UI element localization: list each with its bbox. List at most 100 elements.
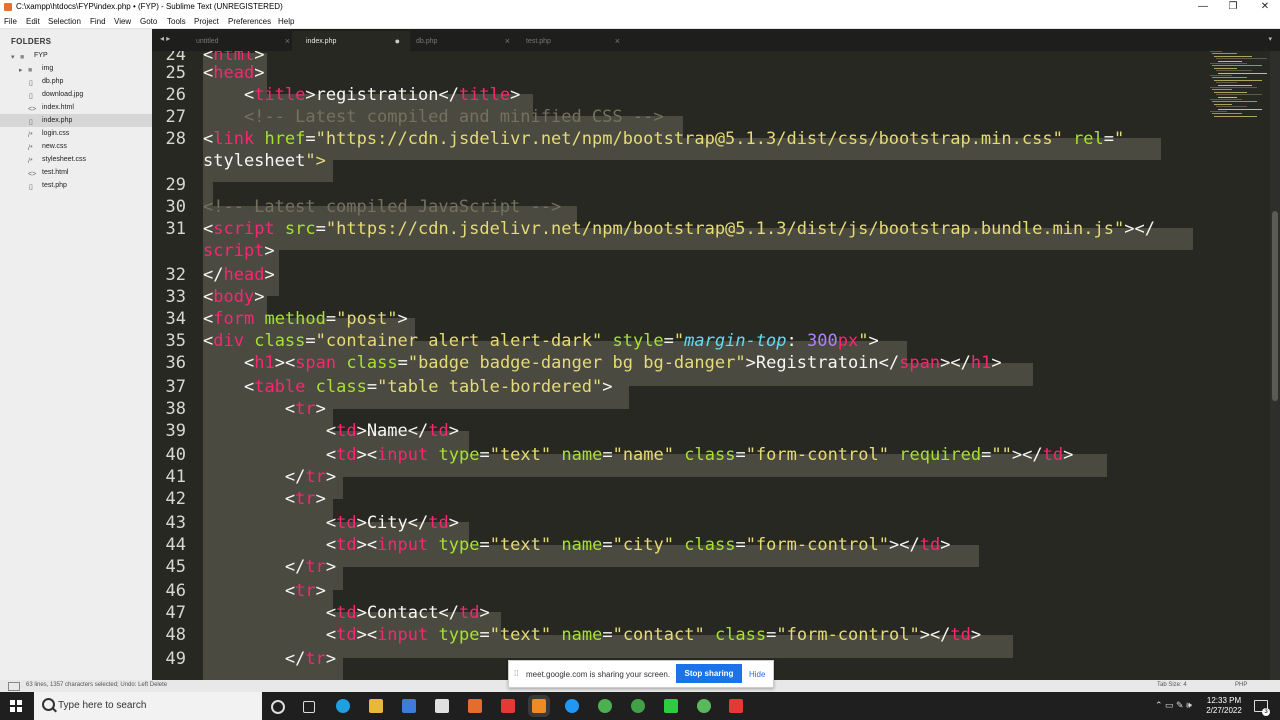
- minimize-button[interactable]: —: [1188, 0, 1218, 15]
- line-number: 39: [165, 421, 186, 441]
- syntax-indicator[interactable]: PHP: [1235, 682, 1247, 688]
- scrollbar-thumb[interactable]: [1272, 211, 1278, 401]
- close-icon[interactable]: ×: [505, 36, 510, 46]
- stop-sharing-button[interactable]: Stop sharing: [676, 664, 742, 683]
- sidebar-item-label: test.html: [42, 169, 69, 176]
- sidebar-root-fyp[interactable]: ▾ ■ FYP: [0, 49, 152, 62]
- mail-icon[interactable]: [435, 699, 449, 713]
- line-number: 31: [165, 219, 186, 239]
- menu-edit[interactable]: Edit: [26, 17, 40, 26]
- code-line[interactable]: <td><input type="text" name="name" class…: [203, 445, 1074, 465]
- code-line[interactable]: <h1><span class="badge badge-danger bg b…: [203, 353, 1002, 373]
- unsaved-dot-icon[interactable]: ●: [395, 36, 400, 46]
- menu-goto[interactable]: Goto: [140, 17, 157, 26]
- code-line[interactable]: <table class="table table-bordered">: [203, 377, 613, 397]
- edge-icon[interactable]: [336, 699, 350, 713]
- sidebar-item-download-jpg[interactable]: ▯ download.jpg: [0, 88, 152, 101]
- code-line[interactable]: </head>: [203, 265, 275, 285]
- tab-label: untitled: [196, 38, 219, 45]
- panel-toggle-icon[interactable]: [8, 682, 20, 691]
- tab-size-indicator[interactable]: Tab Size: 4: [1157, 682, 1187, 688]
- menu-project[interactable]: Project: [194, 17, 219, 26]
- code-line[interactable]: <td><input type="text" name="contact" cl…: [203, 625, 981, 645]
- code-line[interactable]: stylesheet">: [203, 151, 326, 171]
- chrome-profile-icon[interactable]: [631, 699, 645, 713]
- tab-db-php[interactable]: db.php ×: [402, 31, 520, 51]
- windows-start-icon[interactable]: [10, 700, 22, 712]
- menu-view[interactable]: View: [114, 17, 131, 26]
- task-view-icon[interactable]: [303, 701, 315, 713]
- minimap[interactable]: [1210, 51, 1270, 121]
- line-number: 47: [165, 603, 186, 623]
- line-number: 30: [165, 197, 186, 217]
- code-line[interactable]: <td>Name</td>: [203, 421, 459, 441]
- recorder-icon[interactable]: [729, 699, 743, 713]
- menu-help[interactable]: Help: [278, 17, 294, 26]
- chrome-alt-icon[interactable]: [697, 699, 711, 713]
- code-line[interactable]: <td>City</td>: [203, 513, 459, 533]
- vertical-scrollbar[interactable]: [1270, 51, 1280, 680]
- code-line[interactable]: <body>: [203, 287, 264, 307]
- tab-untitled[interactable]: untitled ×: [182, 31, 300, 51]
- code-line[interactable]: <form method="post">: [203, 309, 408, 329]
- sidebar-item-test-html[interactable]: <> test.html: [0, 166, 152, 179]
- menu-tools[interactable]: Tools: [167, 17, 186, 26]
- drag-handle-icon[interactable]: ⁞⁞: [514, 669, 518, 678]
- code-line[interactable]: <tr>: [203, 399, 326, 419]
- menu-preferences[interactable]: Preferences: [228, 17, 271, 26]
- close-button[interactable]: ✕: [1250, 0, 1280, 15]
- file-explorer-icon[interactable]: [369, 699, 383, 713]
- code-line[interactable]: <td>Contact</td>: [203, 603, 490, 623]
- sublime-text-icon[interactable]: [532, 699, 546, 713]
- sidebar-item-label: img: [42, 65, 54, 72]
- close-icon[interactable]: ×: [615, 36, 620, 46]
- tab-dropdown-icon[interactable]: ▾: [1268, 35, 1272, 43]
- sidebar-item-stylesheet-css[interactable]: /* stylesheet.css: [0, 153, 152, 166]
- xampp-icon[interactable]: [468, 699, 482, 713]
- system-tray-icons[interactable]: ⌃ ▭ ✎ 🕪: [1155, 700, 1192, 711]
- code-line[interactable]: </tr>: [203, 649, 336, 669]
- tab-nav-arrows[interactable]: ◂ ▸: [160, 34, 170, 43]
- chrome-icon[interactable]: [598, 699, 612, 713]
- sidebar-item-label: new.css: [42, 143, 67, 150]
- taskbar-search-box[interactable]: Type here to search: [34, 692, 262, 720]
- sidebar-item-index-php[interactable]: ▯ index.php: [0, 114, 152, 127]
- sidebar-item-img[interactable]: ▸ ■ img: [0, 62, 152, 75]
- notification-badge: 3: [1262, 708, 1270, 716]
- tab-index-php[interactable]: index.php ●: [292, 31, 410, 51]
- menu-selection[interactable]: Selection: [48, 17, 81, 26]
- code-line[interactable]: </tr>: [203, 467, 336, 487]
- hide-button[interactable]: Hide: [749, 670, 765, 679]
- camtasia-icon[interactable]: [664, 699, 678, 713]
- code-line[interactable]: <div class="container alert alert-dark" …: [203, 331, 879, 351]
- sidebar-item-db-php[interactable]: ▯ db.php: [0, 75, 152, 88]
- code-editor[interactable]: 24 25 26 27 28 29 30 31 32 33 34 35 36 37 38 39 40 41 42 43…: [152, 51, 1280, 680]
- cortana-icon[interactable]: [271, 700, 285, 714]
- sidebar-item-index-html[interactable]: <> index.html: [0, 101, 152, 114]
- code-line[interactable]: </tr>: [203, 557, 336, 577]
- clock-date: 2/27/2022: [1206, 706, 1242, 715]
- tab-test-php[interactable]: test.php ×: [512, 31, 630, 51]
- code-line[interactable]: <!-- Latest compiled JavaScript -->: [203, 197, 561, 217]
- code-line[interactable]: script>: [203, 241, 275, 261]
- code-line[interactable]: <link href="https://cdn.jsdelivr.net/npm…: [203, 129, 1124, 149]
- code-line[interactable]: <tr>: [203, 581, 326, 601]
- code-line[interactable]: <!-- Latest compiled and minified CSS --…: [203, 107, 664, 127]
- menu-find[interactable]: Find: [90, 17, 106, 26]
- code-line[interactable]: <td><input type="text" name="city" class…: [203, 535, 951, 555]
- sidebar-item-login-css[interactable]: /* login.css: [0, 127, 152, 140]
- store-icon[interactable]: [402, 699, 416, 713]
- media-icon[interactable]: [501, 699, 515, 713]
- menu-file[interactable]: File: [4, 17, 17, 26]
- taskbar-clock[interactable]: 12:33 PM 2/27/2022: [1200, 696, 1248, 716]
- sidebar-item-test-php[interactable]: ▯ test.php: [0, 179, 152, 192]
- line-number: 38: [165, 399, 186, 419]
- skype-icon[interactable]: [565, 699, 579, 713]
- close-icon[interactable]: ×: [285, 36, 290, 46]
- sidebar-item-new-css[interactable]: /* new.css: [0, 140, 152, 153]
- code-line[interactable]: <script src="https://cdn.jsdelivr.net/np…: [203, 219, 1155, 239]
- maximize-button[interactable]: ❐: [1218, 0, 1248, 15]
- code-line[interactable]: <title>registration</title>: [203, 85, 520, 105]
- code-line[interactable]: <tr>: [203, 489, 326, 509]
- code-line[interactable]: <head>: [203, 63, 264, 83]
